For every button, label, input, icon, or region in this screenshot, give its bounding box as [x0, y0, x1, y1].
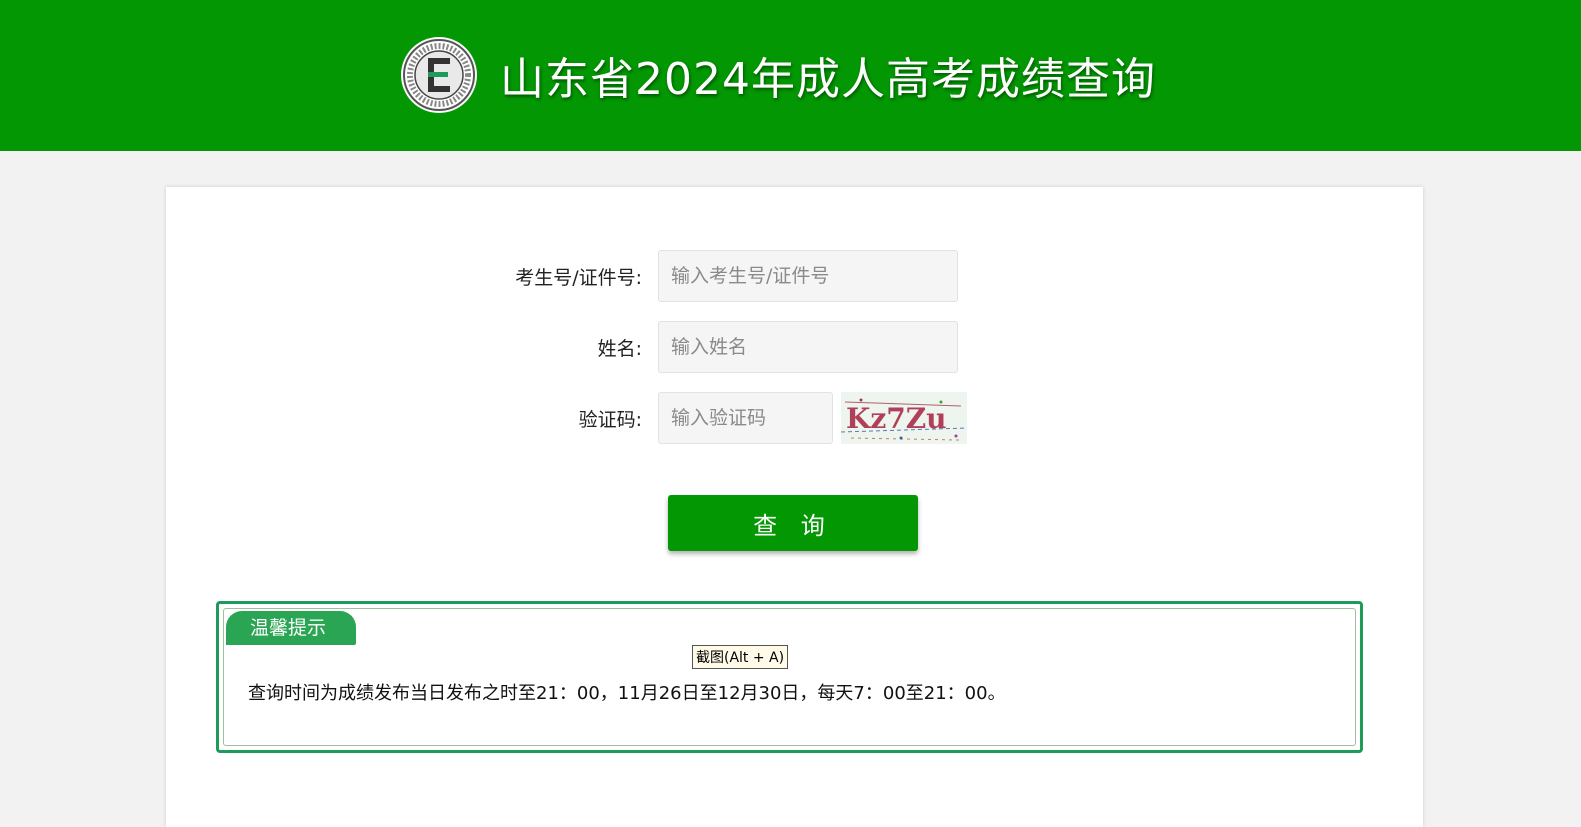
page-title: 山东省2024年成人高考成绩查询	[500, 54, 1156, 105]
notice-text: 查询时间为成绩发布当日发布之时至21：00，11月26日至12月30日，每天7：…	[248, 683, 1006, 704]
notice-inner-frame: 温馨提示 截图(Alt + A) 查询时间为成绩发布当日发布之时至21：00，1…	[223, 608, 1356, 746]
header-content: 山东省2024年成人高考成绩查询	[400, 34, 1156, 116]
exam-id-row: 考生号/证件号:	[166, 250, 958, 302]
captcha-input[interactable]	[658, 392, 833, 444]
captcha-row: 验证码: Kz7Zu	[166, 392, 967, 444]
notice-box: 温馨提示 截图(Alt + A) 查询时间为成绩发布当日发布之时至21：00，1…	[216, 601, 1363, 753]
captcha-image[interactable]: Kz7Zu	[841, 392, 967, 444]
exam-id-label: 考生号/证件号:	[515, 266, 642, 289]
screenshot-tooltip: 截图(Alt + A)	[692, 645, 789, 669]
name-row: 姓名:	[166, 321, 958, 373]
name-label: 姓名:	[597, 337, 642, 360]
name-input[interactable]	[658, 321, 958, 373]
captcha-text: Kz7Zu	[846, 402, 947, 435]
exam-authority-seal-icon	[401, 37, 477, 113]
query-card: 考生号/证件号: 姓名: 验证码: Kz7Zu 查 询 温馨提示 截图(Alt …	[166, 187, 1423, 827]
header-bar: 山东省2024年成人高考成绩查询	[0, 0, 1581, 151]
notice-tab: 温馨提示	[226, 611, 356, 645]
captcha-label: 验证码:	[578, 408, 642, 431]
query-button[interactable]: 查 询	[668, 495, 918, 551]
exam-id-input[interactable]	[658, 250, 958, 302]
